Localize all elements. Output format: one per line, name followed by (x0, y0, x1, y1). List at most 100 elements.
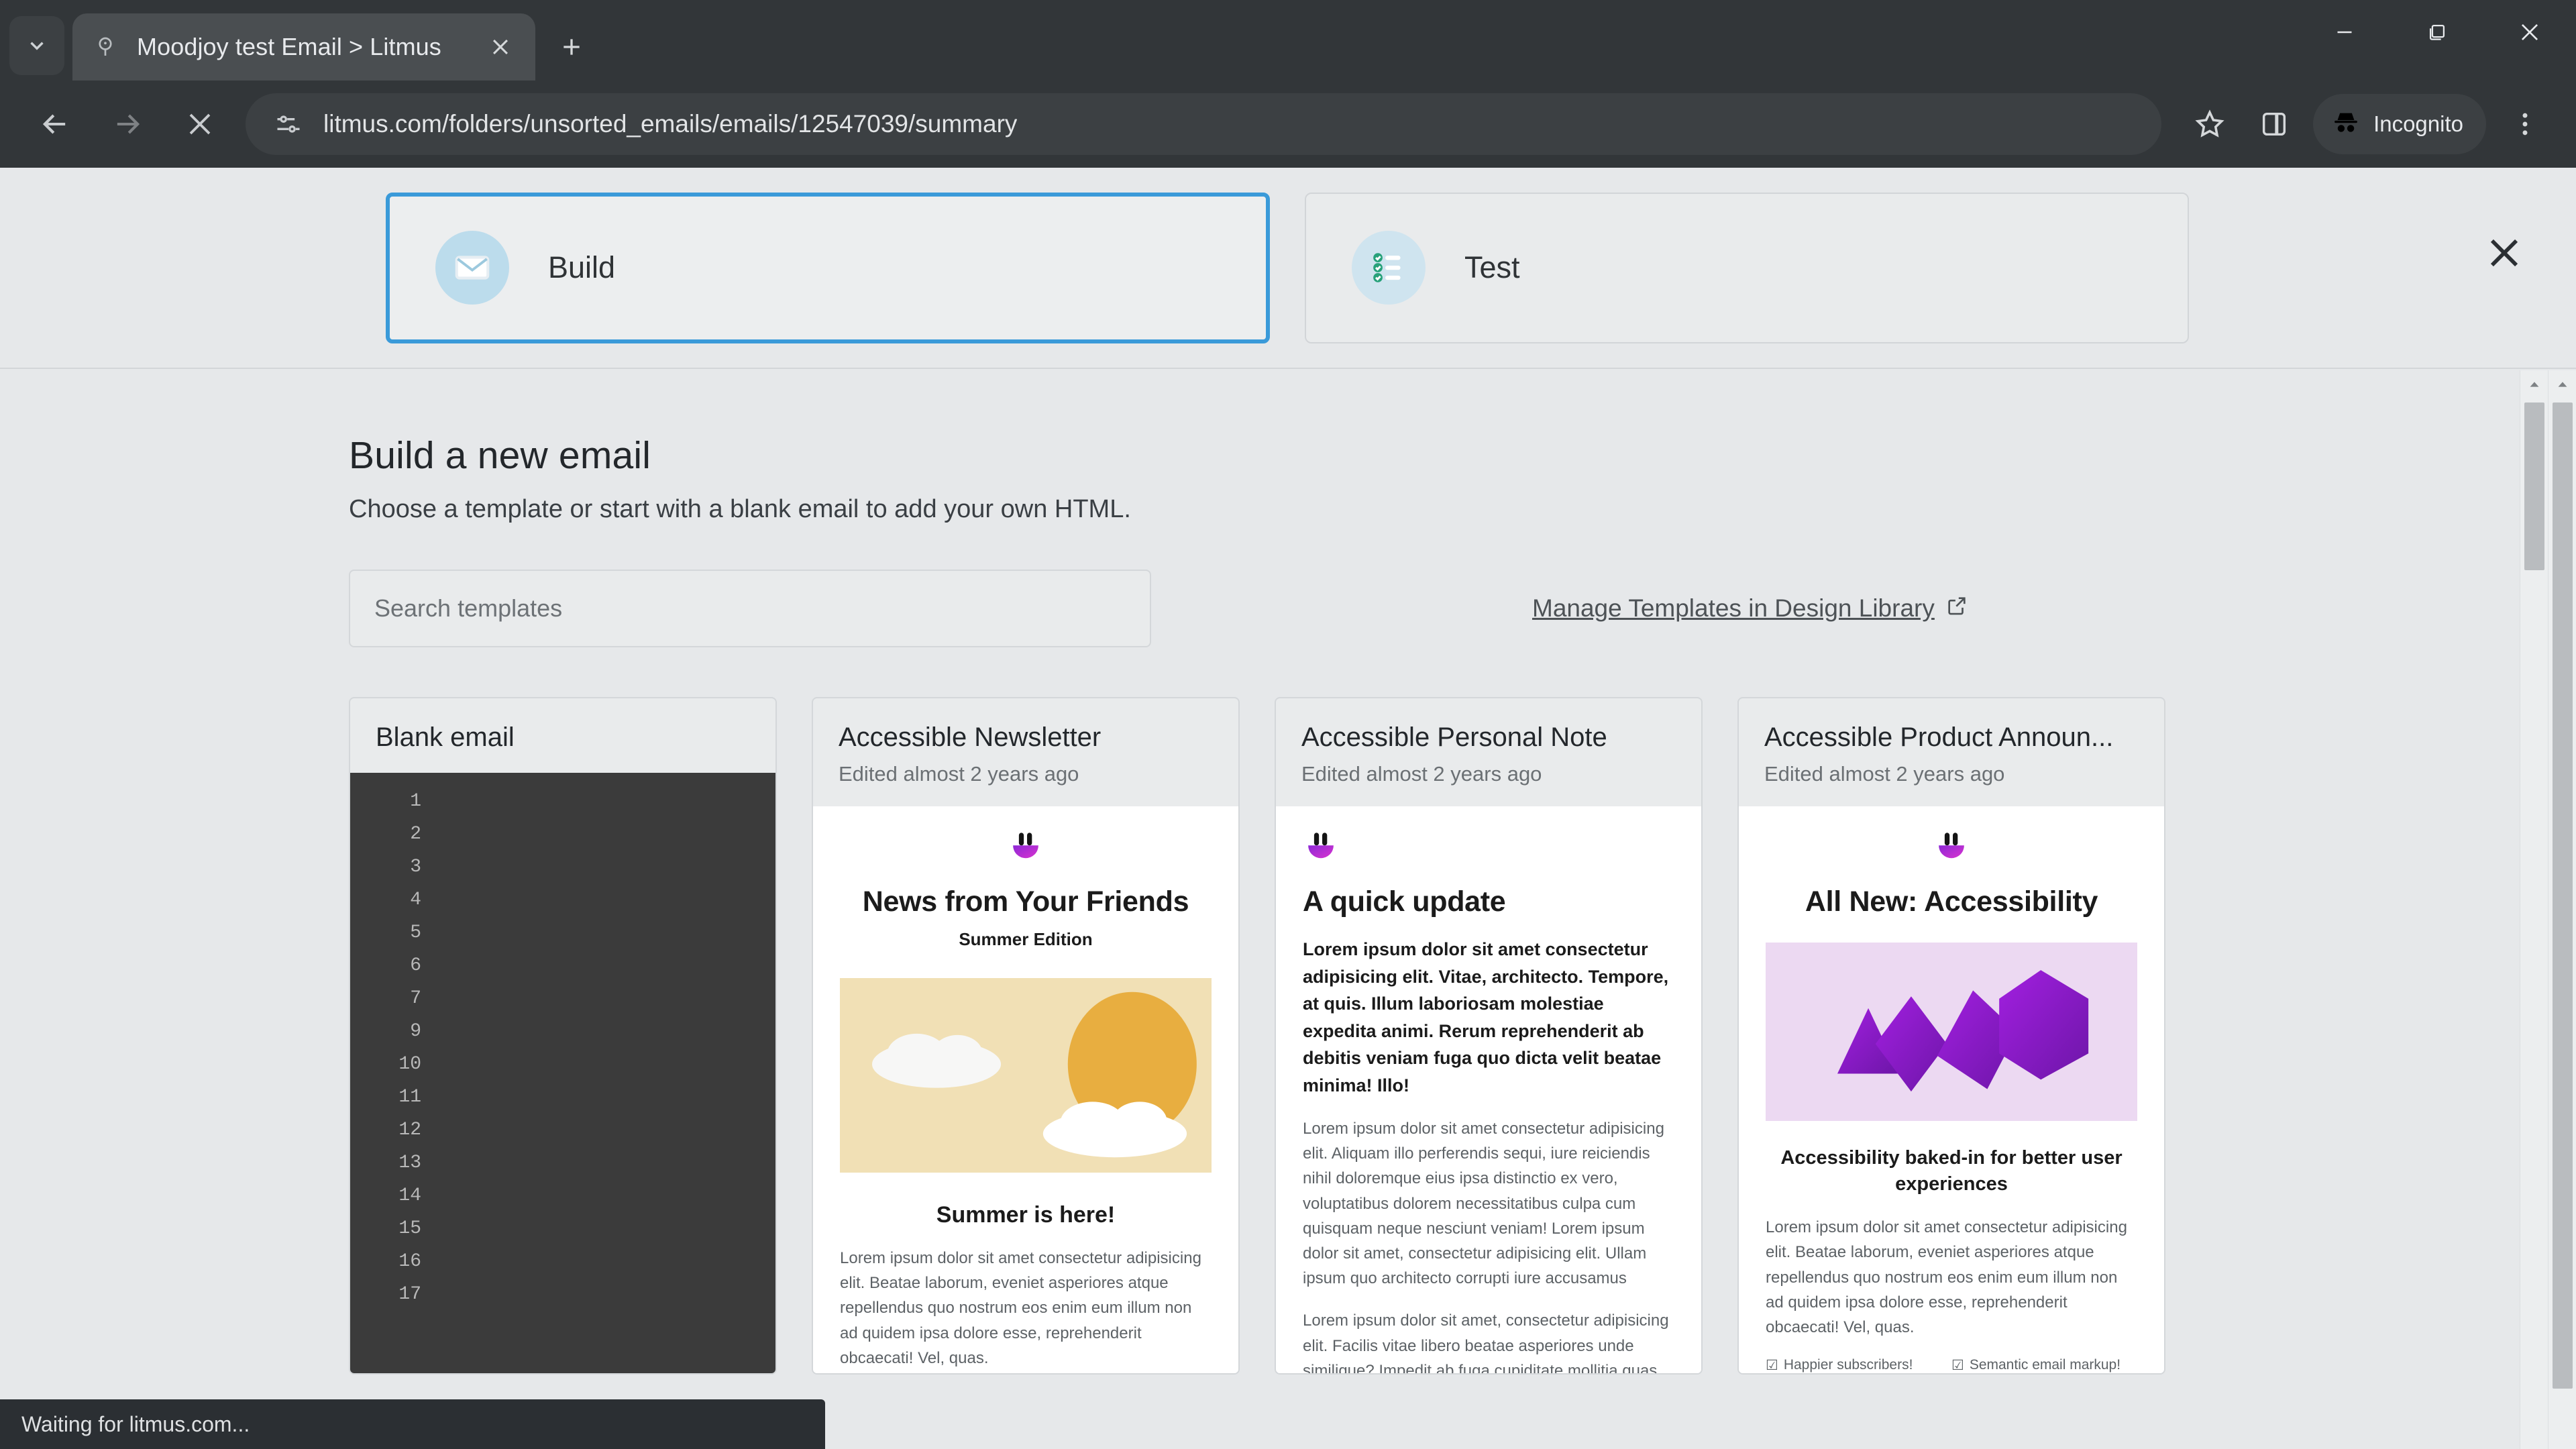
browser-menu-button[interactable] (2493, 92, 2557, 156)
maximize-window-button[interactable] (2391, 0, 2483, 64)
email-preview: A quick update Lorem ipsum dolor sit ame… (1276, 806, 1701, 1375)
modal-scrollbar[interactable] (2520, 370, 2548, 1449)
template-card-accessible-personal-note[interactable]: Accessible Personal Note Edited almost 2… (1275, 697, 1703, 1375)
line-number: 15 (398, 1218, 421, 1239)
moodjoy-blob-logo (1303, 829, 1674, 865)
code-line: 14 (350, 1179, 775, 1212)
tab-title: Moodjoy test Email > Litmus (137, 33, 441, 60)
email-body: Lorem ipsum dolor sit amet consectetur a… (840, 1249, 1201, 1367)
template-card-accessible-product-announcement[interactable]: Accessible Product Announ... Edited almo… (1737, 697, 2165, 1375)
line-number: 12 (398, 1120, 421, 1140)
mode-switcher: Build Test (0, 168, 2576, 369)
line-number: 6 (410, 955, 421, 976)
arrow-right-icon (117, 114, 140, 134)
code-line: 4 (350, 883, 775, 916)
email-title: All New: Accessibility (1805, 885, 2098, 918)
scroll-up-arrow-icon[interactable] (2520, 370, 2548, 398)
page-scrollbar-thumb[interactable] (2553, 402, 2573, 1389)
tab-close-button[interactable] (483, 30, 518, 64)
line-number: 4 (410, 890, 421, 910)
template-name: Accessible Personal Note (1301, 722, 1607, 752)
browser-toolbar: litmus.com/folders/unsorted_emails/email… (0, 80, 2576, 168)
bookmark-button[interactable] (2178, 92, 2242, 156)
tune-icon[interactable] (268, 104, 309, 144)
page-title: Build a new email (349, 434, 651, 477)
close-icon (2521, 23, 2538, 41)
new-tab-button[interactable] (547, 23, 596, 71)
envelope-icon (435, 231, 509, 305)
code-line: 13 (350, 1146, 775, 1179)
chevron-down-icon (30, 42, 44, 50)
page-subtitle: Choose a template or start with a blank … (349, 495, 1131, 523)
template-preview: All New: Accessibility Accessibility bak… (1739, 806, 2164, 1374)
restore-icon (2429, 24, 2445, 40)
close-icon (2490, 239, 2518, 267)
scroll-up-arrow-icon[interactable] (2548, 370, 2576, 398)
email-lead: Lorem ipsum dolor sit amet consectetur a… (1303, 939, 1669, 1095)
stop-loading-button[interactable] (164, 88, 236, 160)
template-header: Accessible Product Announ... Edited almo… (1739, 698, 2164, 806)
address-bar[interactable]: litmus.com/folders/unsorted_emails/email… (246, 93, 2162, 155)
tab-search-button[interactable] (9, 16, 64, 75)
list-item-label: Happier subscribers! (1783, 1357, 1913, 1373)
code-line: 5 (350, 916, 775, 949)
window-controls (2298, 0, 2576, 80)
code-line: 11 (350, 1081, 775, 1114)
mode-card-build[interactable]: Build (386, 192, 1270, 343)
code-line: 3 (350, 851, 775, 883)
page-scrollbar[interactable] (2548, 370, 2576, 1449)
template-name: Accessible Newsletter (839, 722, 1102, 752)
template-preview: News from Your Friends Summer Edition Su… (813, 806, 1238, 1373)
email-section-title: Summer is here! (936, 1202, 1116, 1228)
email-benefit-list: ☑ Happier subscribers! ☑ Semantic email … (1766, 1357, 2137, 1374)
code-line: 15 (350, 1212, 775, 1245)
close-window-button[interactable] (2483, 0, 2576, 64)
template-edited-meta: Edited almost 2 years ago (1764, 762, 2005, 786)
back-button[interactable] (19, 88, 91, 160)
tab-strip: Moodjoy test Email > Litmus (0, 0, 2576, 80)
template-card-accessible-newsletter[interactable]: Accessible Newsletter Edited almost 2 ye… (812, 697, 1240, 1375)
code-line: 2 (350, 818, 775, 851)
line-number: 14 (398, 1185, 421, 1206)
mode-card-test[interactable]: Test (1305, 192, 2189, 343)
modal-scrollbar-thumb[interactable] (2524, 402, 2544, 570)
close-modal-button[interactable] (2478, 227, 2530, 279)
email-preview: News from Your Friends Summer Edition Su… (813, 806, 1238, 1373)
incognito-indicator[interactable]: Incognito (2313, 94, 2486, 154)
incognito-hat-icon (2330, 107, 2361, 142)
code-editor-preview: 1 2 3 4 5 6 7 9 10 11 12 13 14 15 16 17 (350, 773, 775, 1373)
list-item: ☑ Semantic email markup! (1951, 1357, 2137, 1374)
forward-button[interactable] (91, 88, 164, 160)
plus-icon (564, 39, 580, 55)
code-line: 1 (350, 785, 775, 818)
code-line: 12 (350, 1114, 775, 1146)
side-panel-button[interactable] (2242, 92, 2306, 156)
line-number: 2 (410, 824, 421, 845)
minimize-window-button[interactable] (2298, 0, 2391, 64)
line-number: 9 (410, 1021, 421, 1042)
star-icon (2195, 109, 2224, 138)
template-card-blank-email[interactable]: Blank email 1 2 3 4 5 6 7 9 10 11 12 13 … (349, 697, 777, 1375)
globe-icon (90, 32, 121, 62)
search-row: Manage Templates in Design Library (349, 570, 2576, 647)
code-line: 6 (350, 949, 775, 982)
template-edited-meta: Edited almost 2 years ago (1301, 762, 1542, 786)
browser-tab[interactable]: Moodjoy test Email > Litmus (72, 13, 535, 80)
template-header: Blank email (350, 698, 775, 773)
email-caption: Accessibility baked-in for better user e… (1780, 1147, 2123, 1195)
email-body-2: Lorem ipsum dolor sit amet, consectetur … (1303, 1311, 1669, 1375)
manage-templates-link[interactable]: Manage Templates in Design Library (1532, 594, 1968, 623)
template-preview: 1 2 3 4 5 6 7 9 10 11 12 13 14 15 16 17 (350, 773, 775, 1373)
line-number: 13 (398, 1152, 421, 1173)
build-panel: Build a new email Choose a template or s… (0, 369, 2576, 1449)
email-preview: All New: Accessibility Accessibility bak… (1739, 806, 2164, 1374)
browser-window: Moodjoy test Email > Litmus litmus.com/f… (0, 0, 2576, 1449)
checkbox-icon: ☑ (1951, 1358, 1964, 1374)
moodjoy-blob-logo (1766, 829, 2137, 865)
line-number: 7 (410, 988, 421, 1009)
search-input[interactable] (349, 570, 1151, 647)
code-line: 7 (350, 982, 775, 1015)
checklist-icon (1352, 231, 1426, 305)
page-viewport: Build Test Build a new email Choose a te… (0, 168, 2576, 1449)
email-title: News from Your Friends (862, 885, 1189, 918)
